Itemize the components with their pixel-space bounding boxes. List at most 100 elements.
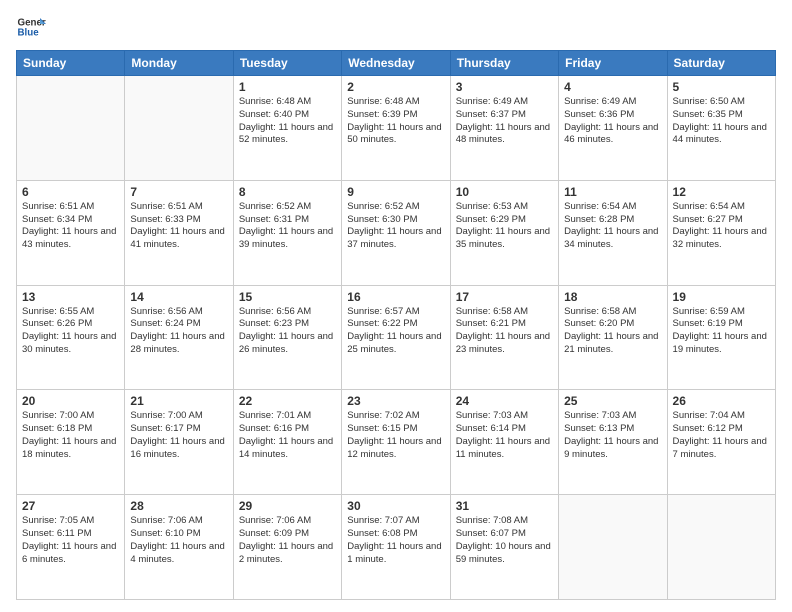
day-number: 11 xyxy=(564,185,661,199)
day-number: 2 xyxy=(347,80,444,94)
day-info: Sunrise: 6:58 AMSunset: 6:21 PMDaylight:… xyxy=(456,306,553,357)
day-info: Sunrise: 7:03 AMSunset: 6:13 PMDaylight:… xyxy=(564,410,661,461)
day-number: 25 xyxy=(564,394,661,408)
day-number: 3 xyxy=(456,80,553,94)
calendar-cell: 15 Sunrise: 6:56 AMSunset: 6:23 PMDayligh… xyxy=(233,285,341,390)
day-number: 17 xyxy=(456,290,553,304)
calendar-cell: 13 Sunrise: 6:55 AMSunset: 6:26 PMDayligh… xyxy=(17,285,125,390)
day-info: Sunrise: 6:57 AMSunset: 6:22 PMDaylight:… xyxy=(347,306,444,357)
calendar-cell: 14 Sunrise: 6:56 AMSunset: 6:24 PMDayligh… xyxy=(125,285,233,390)
calendar-week-row: 20 Sunrise: 7:00 AMSunset: 6:18 PMDayligh… xyxy=(17,390,776,495)
day-info: Sunrise: 7:01 AMSunset: 6:16 PMDaylight:… xyxy=(239,410,336,461)
day-info: Sunrise: 6:54 AMSunset: 6:28 PMDaylight:… xyxy=(564,201,661,252)
calendar-week-row: 13 Sunrise: 6:55 AMSunset: 6:26 PMDayligh… xyxy=(17,285,776,390)
day-number: 18 xyxy=(564,290,661,304)
day-info: Sunrise: 6:52 AMSunset: 6:31 PMDaylight:… xyxy=(239,201,336,252)
weekday-header-row: SundayMondayTuesdayWednesdayThursdayFrid… xyxy=(17,51,776,76)
day-number: 10 xyxy=(456,185,553,199)
day-info: Sunrise: 7:04 AMSunset: 6:12 PMDaylight:… xyxy=(673,410,770,461)
day-info: Sunrise: 6:56 AMSunset: 6:24 PMDaylight:… xyxy=(130,306,227,357)
calendar-cell: 2 Sunrise: 6:48 AMSunset: 6:39 PMDaylight… xyxy=(342,76,450,181)
calendar-cell xyxy=(125,76,233,181)
logo: General Blue xyxy=(16,12,46,42)
calendar-cell: 12Sunrise: 6:54 AMSunset: 6:27 PMDayligh… xyxy=(667,180,775,285)
weekday-header-monday: Monday xyxy=(125,51,233,76)
day-number: 4 xyxy=(564,80,661,94)
day-info: Sunrise: 6:59 AMSunset: 6:19 PMDaylight:… xyxy=(673,306,770,357)
calendar-cell xyxy=(17,76,125,181)
calendar-cell: 24 Sunrise: 7:03 AMSunset: 6:14 PMDayligh… xyxy=(450,390,558,495)
weekday-header-tuesday: Tuesday xyxy=(233,51,341,76)
day-info: Sunrise: 7:03 AMSunset: 6:14 PMDaylight:… xyxy=(456,410,553,461)
page: General Blue SundayMondayTuesdayWednesda… xyxy=(0,0,792,612)
weekday-header-sunday: Sunday xyxy=(17,51,125,76)
day-info: Sunrise: 6:53 AMSunset: 6:29 PMDaylight:… xyxy=(456,201,553,252)
day-number: 5 xyxy=(673,80,770,94)
day-info: Sunrise: 6:49 AMSunset: 6:37 PMDaylight:… xyxy=(456,96,553,147)
calendar-cell: 7 Sunrise: 6:51 AMSunset: 6:33 PMDaylight… xyxy=(125,180,233,285)
day-number: 27 xyxy=(22,499,119,513)
day-info: Sunrise: 6:52 AMSunset: 6:30 PMDaylight:… xyxy=(347,201,444,252)
header: General Blue xyxy=(16,12,776,42)
day-number: 9 xyxy=(347,185,444,199)
day-number: 7 xyxy=(130,185,227,199)
day-number: 22 xyxy=(239,394,336,408)
weekday-header-wednesday: Wednesday xyxy=(342,51,450,76)
calendar-cell: 18Sunrise: 6:58 AMSunset: 6:20 PMDayligh… xyxy=(559,285,667,390)
day-number: 15 xyxy=(239,290,336,304)
day-number: 19 xyxy=(673,290,770,304)
day-info: Sunrise: 7:06 AMSunset: 6:10 PMDaylight:… xyxy=(130,515,227,566)
calendar-cell: 25 Sunrise: 7:03 AMSunset: 6:13 PMDayligh… xyxy=(559,390,667,495)
day-number: 14 xyxy=(130,290,227,304)
day-info: Sunrise: 6:48 AMSunset: 6:40 PMDaylight:… xyxy=(239,96,336,147)
calendar-cell: 20 Sunrise: 7:00 AMSunset: 6:18 PMDayligh… xyxy=(17,390,125,495)
calendar-cell: 31Sunrise: 7:08 AMSunset: 6:07 PMDayligh… xyxy=(450,495,558,600)
calendar-cell: 10 Sunrise: 6:53 AMSunset: 6:29 PMDayligh… xyxy=(450,180,558,285)
calendar-cell: 5Sunrise: 6:50 AMSunset: 6:35 PMDaylight… xyxy=(667,76,775,181)
day-number: 16 xyxy=(347,290,444,304)
day-info: Sunrise: 7:05 AMSunset: 6:11 PMDaylight:… xyxy=(22,515,119,566)
day-info: Sunrise: 7:02 AMSunset: 6:15 PMDaylight:… xyxy=(347,410,444,461)
day-number: 24 xyxy=(456,394,553,408)
calendar-cell: 3 Sunrise: 6:49 AMSunset: 6:37 PMDaylight… xyxy=(450,76,558,181)
calendar-cell: 11 Sunrise: 6:54 AMSunset: 6:28 PMDayligh… xyxy=(559,180,667,285)
calendar-cell: 4 Sunrise: 6:49 AMSunset: 6:36 PMDaylight… xyxy=(559,76,667,181)
calendar-cell: 16 Sunrise: 6:57 AMSunset: 6:22 PMDayligh… xyxy=(342,285,450,390)
day-number: 8 xyxy=(239,185,336,199)
calendar-cell: 29Sunrise: 7:06 AMSunset: 6:09 PMDayligh… xyxy=(233,495,341,600)
calendar-cell: 28Sunrise: 7:06 AMSunset: 6:10 PMDayligh… xyxy=(125,495,233,600)
weekday-header-saturday: Saturday xyxy=(667,51,775,76)
day-number: 20 xyxy=(22,394,119,408)
weekday-header-thursday: Thursday xyxy=(450,51,558,76)
day-info: Sunrise: 6:54 AMSunset: 6:27 PMDaylight:… xyxy=(673,201,770,252)
day-info: Sunrise: 7:07 AMSunset: 6:08 PMDaylight:… xyxy=(347,515,444,566)
day-info: Sunrise: 7:00 AMSunset: 6:18 PMDaylight:… xyxy=(22,410,119,461)
day-info: Sunrise: 7:08 AMSunset: 6:07 PMDaylight:… xyxy=(456,515,553,566)
day-info: Sunrise: 7:00 AMSunset: 6:17 PMDaylight:… xyxy=(130,410,227,461)
weekday-header-friday: Friday xyxy=(559,51,667,76)
day-number: 23 xyxy=(347,394,444,408)
day-info: Sunrise: 6:55 AMSunset: 6:26 PMDaylight:… xyxy=(22,306,119,357)
day-number: 13 xyxy=(22,290,119,304)
calendar-cell xyxy=(559,495,667,600)
day-info: Sunrise: 7:06 AMSunset: 6:09 PMDaylight:… xyxy=(239,515,336,566)
day-number: 26 xyxy=(673,394,770,408)
calendar-cell: 27 Sunrise: 7:05 AMSunset: 6:11 PMDayligh… xyxy=(17,495,125,600)
day-number: 30 xyxy=(347,499,444,513)
day-info: Sunrise: 6:51 AMSunset: 6:33 PMDaylight:… xyxy=(130,201,227,252)
calendar-cell: 8 Sunrise: 6:52 AMSunset: 6:31 PMDaylight… xyxy=(233,180,341,285)
day-info: Sunrise: 6:51 AMSunset: 6:34 PMDaylight:… xyxy=(22,201,119,252)
calendar-week-row: 6 Sunrise: 6:51 AMSunset: 6:34 PMDaylight… xyxy=(17,180,776,285)
calendar-cell xyxy=(667,495,775,600)
day-number: 21 xyxy=(130,394,227,408)
calendar-cell: 9 Sunrise: 6:52 AMSunset: 6:30 PMDaylight… xyxy=(342,180,450,285)
day-info: Sunrise: 6:49 AMSunset: 6:36 PMDaylight:… xyxy=(564,96,661,147)
day-number: 1 xyxy=(239,80,336,94)
calendar-cell: 21 Sunrise: 7:00 AMSunset: 6:17 PMDayligh… xyxy=(125,390,233,495)
day-info: Sunrise: 6:56 AMSunset: 6:23 PMDaylight:… xyxy=(239,306,336,357)
calendar-cell: 17 Sunrise: 6:58 AMSunset: 6:21 PMDayligh… xyxy=(450,285,558,390)
day-number: 6 xyxy=(22,185,119,199)
calendar-cell: 1 Sunrise: 6:48 AMSunset: 6:40 PMDaylight… xyxy=(233,76,341,181)
calendar-week-row: 1 Sunrise: 6:48 AMSunset: 6:40 PMDaylight… xyxy=(17,76,776,181)
day-info: Sunrise: 6:48 AMSunset: 6:39 PMDaylight:… xyxy=(347,96,444,147)
